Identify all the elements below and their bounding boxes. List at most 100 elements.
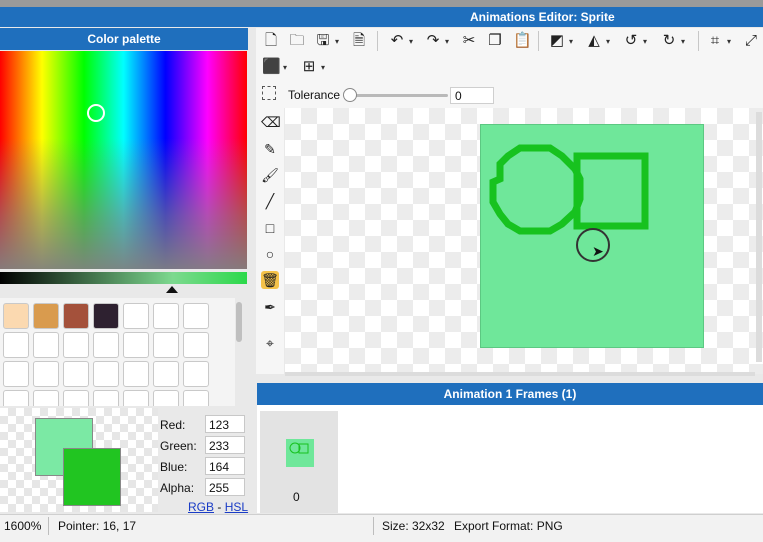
chevron-down-icon[interactable]: ▾: [409, 37, 413, 46]
palette-header: Color palette: [0, 28, 248, 50]
chevron-down-icon[interactable]: ▾: [321, 63, 325, 72]
flip-horizontal-icon[interactable]: ◩: [548, 32, 566, 50]
color-swatch[interactable]: [123, 390, 149, 406]
alpha-field[interactable]: 255: [205, 478, 245, 496]
color-swatch[interactable]: [153, 303, 179, 329]
color-picker-handle[interactable]: [87, 104, 105, 122]
chevron-down-icon[interactable]: ▾: [335, 37, 339, 46]
chevron-down-icon[interactable]: ▾: [727, 37, 731, 46]
cut-icon[interactable]: ✂: [460, 32, 478, 50]
luminance-slider[interactable]: [0, 272, 247, 284]
status-divider: [48, 517, 49, 535]
color-swatch[interactable]: [3, 390, 29, 406]
color-swatch[interactable]: [33, 332, 59, 358]
undo-icon[interactable]: ↶: [388, 32, 406, 50]
color-swatch[interactable]: [183, 390, 209, 406]
tolerance-slider-handle[interactable]: [343, 88, 357, 102]
toolbar-separator: [538, 31, 539, 51]
chevron-down-icon[interactable]: ▾: [643, 37, 647, 46]
toolbar-separator: [377, 31, 378, 51]
color-swatch[interactable]: [33, 390, 59, 406]
color-mode-links: RGB - HSL: [188, 500, 248, 514]
redo-icon[interactable]: ↷: [424, 32, 442, 50]
color-swatch[interactable]: [63, 390, 89, 406]
crosshair-icon[interactable]: ⌖: [261, 334, 279, 352]
tolerance-input[interactable]: 0: [450, 87, 494, 104]
hsl-mode-link[interactable]: HSL: [225, 500, 248, 514]
color-swatch[interactable]: [93, 361, 119, 387]
chevron-down-icon[interactable]: ▾: [681, 37, 685, 46]
chevron-down-icon[interactable]: ▾: [283, 63, 287, 72]
layers-icon[interactable]: ⬛: [262, 58, 280, 76]
color-swatch[interactable]: [93, 303, 119, 329]
crop-icon[interactable]: ⌗: [706, 32, 724, 50]
color-swatch[interactable]: [33, 303, 59, 329]
green-label: Green:: [160, 439, 197, 453]
ellipse-icon[interactable]: ○: [261, 245, 279, 263]
chevron-down-icon[interactable]: ▾: [445, 37, 449, 46]
color-swatch[interactable]: [183, 332, 209, 358]
canvas-horizontal-scrollbar[interactable]: [285, 372, 755, 376]
rectangle-icon[interactable]: □: [261, 219, 279, 237]
secondary-color-swatch[interactable]: [63, 448, 121, 506]
title-bar-fill: [0, 7, 763, 27]
color-swatch[interactable]: [93, 390, 119, 406]
line-icon[interactable]: ╱: [261, 192, 279, 210]
color-swatch[interactable]: [183, 361, 209, 387]
color-mode-separator: -: [217, 500, 221, 514]
eraser-icon[interactable]: ⌫: [261, 113, 279, 131]
flip-vertical-icon[interactable]: ◭: [585, 32, 603, 50]
red-label: Red:: [160, 418, 185, 432]
color-swatch[interactable]: [63, 361, 89, 387]
green-field[interactable]: 233: [205, 436, 245, 454]
new-file-icon[interactable]: 🗋: [262, 32, 280, 50]
title-bar: Animations Editor: Sprite: [0, 0, 763, 27]
color-swatch[interactable]: [3, 303, 29, 329]
frame-number: 0: [293, 490, 300, 504]
resize-icon[interactable]: ⤢: [742, 32, 760, 50]
color-swatch[interactable]: [93, 332, 119, 358]
fill-bucket-icon[interactable]: 🗑: [261, 271, 279, 289]
tolerance-slider-track[interactable]: [345, 94, 448, 97]
eyedropper-icon[interactable]: ✒: [261, 298, 279, 316]
chevron-down-icon[interactable]: ▾: [606, 37, 610, 46]
color-swatch[interactable]: [63, 332, 89, 358]
color-swatch[interactable]: [33, 361, 59, 387]
rgb-mode-link[interactable]: RGB: [188, 500, 214, 514]
paste-icon[interactable]: 📋: [513, 32, 531, 50]
select-icon[interactable]: [262, 86, 276, 100]
rotate-left-icon[interactable]: ↺: [622, 32, 640, 50]
frames-header: Animation 1 Frames (1): [257, 383, 763, 405]
export-icon[interactable]: 🗎: [350, 32, 368, 50]
color-swatch[interactable]: [183, 303, 209, 329]
drawn-shapes: [493, 148, 645, 231]
grid-icon[interactable]: ⊞: [300, 58, 318, 76]
color-swatch[interactable]: [3, 332, 29, 358]
luminance-marker-icon[interactable]: [166, 286, 178, 293]
brush-icon[interactable]: 🖌: [261, 166, 279, 184]
copy-icon[interactable]: ❐: [486, 32, 504, 50]
zoom-level: 1600%: [4, 519, 41, 533]
swatch-grid: [0, 298, 235, 406]
color-swatch[interactable]: [123, 332, 149, 358]
red-field[interactable]: 123: [205, 415, 245, 433]
color-swatch[interactable]: [123, 303, 149, 329]
frame-thumbnail[interactable]: [286, 439, 314, 467]
swatch-scrollbar[interactable]: [236, 302, 242, 342]
open-folder-icon[interactable]: 🗀: [288, 32, 306, 50]
color-swatch[interactable]: [153, 332, 179, 358]
color-swatch[interactable]: [123, 361, 149, 387]
color-spectrum[interactable]: [0, 51, 247, 269]
pencil-icon[interactable]: ✎: [261, 140, 279, 158]
frame-thumbnail-shapes: [286, 439, 314, 467]
save-icon[interactable]: 🖫: [314, 32, 332, 50]
color-swatch[interactable]: [153, 361, 179, 387]
toolbar-separator: [698, 31, 699, 51]
chevron-down-icon[interactable]: ▾: [569, 37, 573, 46]
color-swatch[interactable]: [153, 390, 179, 406]
canvas-vertical-scrollbar[interactable]: [756, 112, 762, 362]
blue-field[interactable]: 164: [205, 457, 245, 475]
color-swatch[interactable]: [63, 303, 89, 329]
rotate-right-icon[interactable]: ↻: [660, 32, 678, 50]
color-swatch[interactable]: [3, 361, 29, 387]
